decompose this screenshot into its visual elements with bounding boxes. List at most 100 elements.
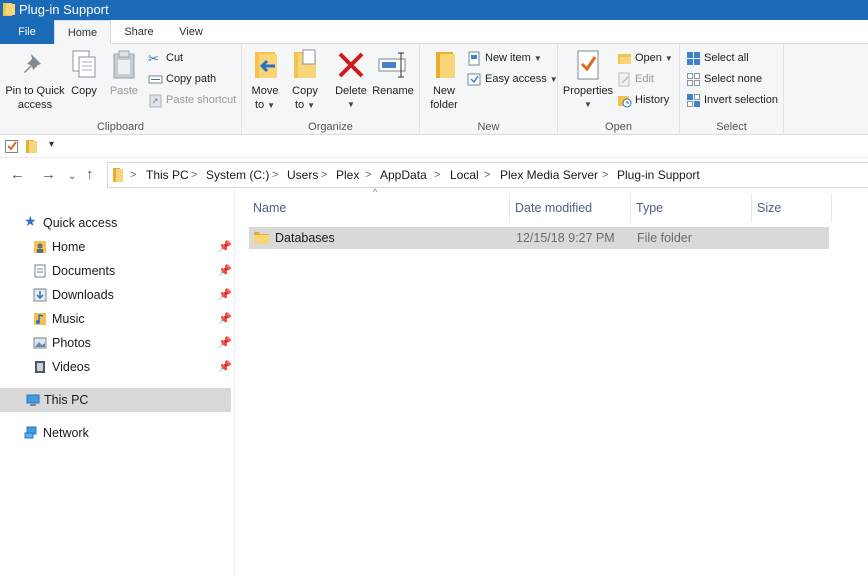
paste-button[interactable]: Paste — [106, 48, 142, 98]
breadcrumb-appdata[interactable]: AppData — [380, 163, 427, 187]
breadcrumb-system-c[interactable]: System (C:) — [206, 163, 269, 187]
pin-icon[interactable]: 📌 — [218, 331, 232, 355]
paste-shortcut-icon — [149, 94, 162, 108]
copy-button[interactable]: Copy — [66, 48, 102, 98]
chevron-right-icon: > — [272, 169, 279, 181]
copy-icon — [72, 50, 96, 78]
organize-group-label: Organize — [308, 121, 353, 133]
rename-button[interactable]: Rename — [372, 48, 414, 98]
ribbon-tab-bar: File Home Share View — [0, 20, 868, 45]
breadcrumb-this-pc[interactable]: This PC — [146, 163, 189, 187]
window-title: Plug-in Support — [19, 2, 109, 17]
documents-icon — [34, 264, 46, 278]
file-date-modified: 12/15/18 9:27 PM — [516, 231, 615, 245]
clipboard-group: Pin to Quick access Copy Paste ✂ Cut Cop… — [0, 44, 242, 135]
breadcrumb-plug-in-support[interactable]: Plug-in Support — [617, 163, 700, 187]
sidebar-item-documents[interactable]: Documents 📌 — [0, 259, 232, 283]
sort-ascending-icon: ^ — [373, 187, 378, 197]
column-divider[interactable] — [509, 194, 510, 222]
recent-locations-chevron-icon[interactable]: ⌄ — [68, 168, 76, 186]
pin-icon[interactable]: 📌 — [218, 355, 232, 379]
downloads-icon — [33, 288, 47, 302]
sidebar-item-music[interactable]: Music 📌 — [0, 307, 232, 331]
select-none-icon — [687, 73, 700, 86]
pin-icon — [24, 54, 41, 73]
network-icon — [24, 426, 37, 439]
forward-arrow-icon[interactable]: → — [41, 166, 56, 184]
up-arrow-icon[interactable]: ↑ — [86, 166, 94, 184]
column-header-date-modified[interactable]: Date modified — [515, 196, 592, 220]
delete-button[interactable]: Delete ▼ — [334, 48, 368, 112]
pin-label-line2: access — [17, 99, 53, 111]
select-all-icon — [687, 52, 700, 65]
sidebar-item-home[interactable]: Home 📌 — [0, 235, 232, 259]
pin-to-quick-access-button[interactable]: Pin to Quick access — [4, 48, 66, 112]
clipboard-group-label: Clipboard — [96, 121, 145, 133]
edit-icon — [618, 72, 630, 87]
new-folder-icon[interactable] — [26, 140, 37, 153]
easy-access-icon — [467, 73, 481, 86]
navigation-pane: ★ Quick access Home 📌 Documents 📌 Downlo… — [0, 196, 234, 576]
properties-button[interactable]: Properties ▼ — [562, 48, 614, 112]
sidebar-item-quick-access[interactable]: ★ Quick access — [0, 211, 231, 235]
column-divider[interactable] — [751, 194, 752, 222]
move-to-button[interactable]: Move to ▼ — [248, 48, 282, 113]
pin-icon[interactable]: 📌 — [218, 283, 232, 307]
column-divider[interactable] — [630, 194, 631, 222]
open-group-label: Open — [605, 121, 632, 133]
ribbon: Pin to Quick access Copy Paste ✂ Cut Cop… — [0, 44, 868, 135]
pin-icon[interactable]: 📌 — [218, 259, 232, 283]
select-group: Select all Select none Invert selection … — [680, 44, 784, 135]
column-divider[interactable] — [831, 194, 832, 222]
sidebar-item-network[interactable]: Network — [0, 421, 231, 445]
copy-to-label-line2: to ▼ — [294, 99, 316, 111]
customize-toolbar-icon[interactable]: ▾ — [49, 139, 54, 150]
open-group: Properties ▼ Open ▼ Edit History Open — [558, 44, 680, 135]
breadcrumb-users[interactable]: Users — [287, 163, 318, 187]
chevron-right-icon: > — [191, 169, 198, 181]
breadcrumb-local[interactable]: Local — [450, 163, 479, 187]
chevron-right-icon: > — [365, 169, 372, 181]
chevron-right-icon: > — [321, 169, 328, 181]
file-list: ^ Name Date modified Type Size Databases… — [234, 187, 868, 576]
sidebar-item-videos[interactable]: Videos 📌 — [0, 355, 232, 379]
tab-file[interactable]: File — [0, 20, 54, 44]
tab-home[interactable]: Home — [54, 20, 111, 45]
chevron-right-icon: > — [484, 169, 491, 181]
rename-icon — [378, 52, 406, 78]
navigation-row: ← → ⌄ ↑ > This PC > System (C:) > Users … — [0, 162, 868, 188]
column-header-type[interactable]: Type — [636, 196, 663, 220]
breadcrumb-plex-media-server[interactable]: Plex Media Server — [500, 163, 598, 187]
back-arrow-icon[interactable]: ← — [10, 166, 25, 184]
breadcrumb-plex[interactable]: Plex — [336, 163, 359, 187]
sidebar-item-this-pc[interactable]: This PC — [0, 388, 231, 412]
sidebar-item-photos[interactable]: Photos 📌 — [0, 331, 232, 355]
rename-label: Rename — [372, 85, 414, 97]
copy-to-icon — [294, 49, 316, 78]
properties-checkbox-icon[interactable] — [5, 140, 18, 153]
table-row[interactable]: Databases 12/15/18 9:27 PM File folder — [249, 227, 829, 249]
move-to-label-line1: Move — [251, 85, 279, 97]
column-header-size[interactable]: Size — [757, 196, 781, 220]
column-header-name[interactable]: Name — [253, 196, 286, 220]
new-folder-label-line2: folder — [430, 99, 458, 111]
paste-label: Paste — [109, 85, 139, 97]
tab-view[interactable]: View — [165, 20, 217, 44]
folder-icon — [3, 3, 15, 16]
home-folder-icon — [34, 241, 46, 253]
new-folder-label-line1: New — [432, 85, 455, 97]
chevron-down-icon: ▼ — [549, 75, 558, 84]
chevron-right-icon: > — [130, 169, 137, 181]
properties-icon — [577, 50, 599, 80]
copy-to-label-line1: Copy — [292, 85, 318, 97]
pin-icon[interactable]: 📌 — [218, 307, 232, 331]
new-folder-button[interactable]: New folder — [426, 48, 462, 112]
tab-share[interactable]: Share — [113, 20, 165, 44]
scissors-icon: ✂ — [148, 51, 159, 66]
pin-icon[interactable]: 📌 — [218, 235, 232, 259]
folder-icon — [254, 232, 269, 244]
computer-icon — [26, 394, 40, 406]
copy-to-button[interactable]: Copy to ▼ — [288, 48, 322, 113]
sidebar-item-downloads[interactable]: Downloads 📌 — [0, 283, 232, 307]
address-bar[interactable]: > This PC > System (C:) > Users > Plex >… — [107, 162, 868, 188]
